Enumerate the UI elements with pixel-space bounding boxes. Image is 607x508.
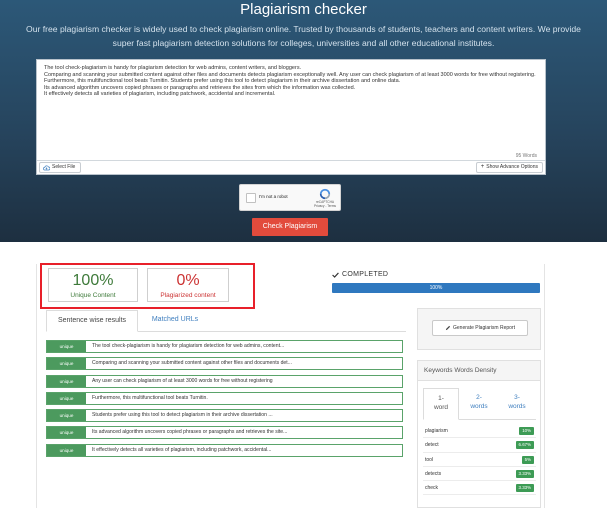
sentence-text: Furthermore, this multifunctional tool b… bbox=[92, 394, 208, 401]
check-plagiarism-button[interactable]: Check Plagiarism bbox=[252, 218, 328, 236]
captcha-checkbox[interactable] bbox=[246, 193, 256, 203]
keyword-percentage: 10% bbox=[519, 427, 534, 435]
tab-1-word[interactable]: 1- word bbox=[423, 388, 459, 420]
keyword-tabs: 1- word 2- words 3- words bbox=[423, 388, 536, 420]
keyword-list: plagiarism 10% detect 6.67% tool 5% dete… bbox=[423, 424, 536, 496]
status-completed: COMPLETED bbox=[332, 271, 388, 278]
sentence-row: unique Students prefer using this tool t… bbox=[46, 409, 403, 423]
keyword-percentage: 6.67% bbox=[515, 441, 534, 450]
tab-sentence-wise-results[interactable]: Sentence wise results bbox=[46, 310, 138, 332]
sentence-text: The tool check-plagiarism is handy for p… bbox=[92, 343, 285, 349]
cloud-upload-icon bbox=[43, 164, 50, 170]
keyword-density-heading: Keywords Words Density bbox=[418, 361, 540, 381]
tab-1-word-top: 1- bbox=[438, 395, 444, 402]
advance-options-label: Show Advance Options bbox=[486, 164, 538, 170]
generate-report-label: Generate Plagiarism Report bbox=[453, 325, 515, 331]
keyword-word: plagiarism bbox=[425, 428, 448, 434]
captcha-label: I'm not a robot bbox=[259, 194, 288, 199]
recaptcha-logo-icon bbox=[319, 188, 331, 200]
unique-badge: unique bbox=[47, 444, 86, 456]
keyword-density-panel: Keywords Words Density 1- word 2- words … bbox=[417, 360, 541, 508]
tab-2-words-bottom: words bbox=[470, 403, 488, 410]
editor-toolbar: Select File + Show Advance Options bbox=[37, 160, 545, 174]
unique-badge: unique bbox=[47, 375, 86, 387]
page-subtitle: Our free plagiarism checker is widely us… bbox=[26, 24, 581, 48]
keyword-percentage: 3.33% bbox=[515, 469, 534, 478]
editor-line: Comparing and scanning your submitted co… bbox=[44, 71, 536, 78]
page-title: Plagiarism checker bbox=[240, 1, 367, 18]
captcha-brand: reCAPTCHA Privacy - Terms bbox=[310, 200, 340, 208]
select-file-button[interactable]: Select File bbox=[39, 162, 82, 173]
recaptcha-widget: I'm not a robot reCAPTCHA Privacy - Term… bbox=[239, 184, 341, 211]
sentence-text: Comparing and scanning your submitted co… bbox=[92, 360, 292, 367]
tab-matched-urls[interactable]: Matched URLs bbox=[144, 310, 206, 332]
sentence-text: Any user can check plagiarism of at leas… bbox=[92, 377, 273, 384]
sentence-text: It effectively detects all varieties of … bbox=[92, 446, 272, 453]
unique-badge: unique bbox=[47, 341, 86, 352]
editor-line: It effectively detects all varieties of … bbox=[44, 91, 276, 98]
editor-line: The tool check-plagiarism is handy for p… bbox=[44, 65, 302, 71]
check-icon bbox=[332, 272, 339, 278]
unique-badge: unique bbox=[47, 392, 86, 404]
status-text: COMPLETED bbox=[342, 271, 389, 278]
editor-textarea[interactable]: The tool check-plagiarism is handy for p… bbox=[44, 65, 542, 157]
scores-highlight-box bbox=[40, 263, 255, 309]
progress-bar: 100% bbox=[332, 283, 540, 293]
tab-3-words-bottom: words bbox=[508, 403, 526, 410]
captcha-links[interactable]: Privacy - Terms bbox=[310, 204, 340, 208]
hero-section: Plagiarism checker Our free plagiarism c… bbox=[0, 0, 607, 242]
tab-1-word-bottom: word bbox=[433, 404, 449, 411]
sentence-text: Its advanced algorithm uncovers copied p… bbox=[92, 429, 288, 436]
keyword-row: detects 3.33% bbox=[423, 467, 536, 482]
keyword-word: detects bbox=[425, 470, 442, 477]
unique-badge: unique bbox=[47, 427, 86, 439]
progress-label: 100% bbox=[429, 285, 443, 291]
tab-2-words-top: 2- bbox=[476, 394, 482, 401]
sentence-row: unique Comparing and scanning your submi… bbox=[46, 357, 403, 371]
sentence-text: Students prefer using this tool to detec… bbox=[92, 412, 273, 419]
page: Plagiarism checker Our free plagiarism c… bbox=[0, 0, 607, 508]
report-panel: Generate Plagiarism Report bbox=[417, 308, 541, 350]
keyword-word: detect bbox=[425, 442, 439, 449]
text-editor[interactable]: The tool check-plagiarism is handy for p… bbox=[36, 59, 546, 175]
editor-line: Furthermore, this multifunctional tool b… bbox=[44, 78, 401, 85]
keyword-word: check bbox=[425, 485, 439, 492]
sentence-row: unique Furthermore, this multifunctional… bbox=[46, 391, 403, 405]
unique-badge: unique bbox=[47, 410, 86, 422]
generate-report-button[interactable]: Generate Plagiarism Report bbox=[432, 320, 528, 336]
tab-3-words[interactable]: 3- words bbox=[499, 388, 535, 420]
sentence-row: unique The tool check-plagiarism is hand… bbox=[46, 340, 403, 353]
unique-badge: unique bbox=[47, 358, 86, 370]
keyword-percentage: 5% bbox=[521, 455, 534, 464]
sentence-results-list: unique The tool check-plagiarism is hand… bbox=[46, 340, 403, 461]
keyword-row: check 3.33% bbox=[423, 481, 536, 496]
keyword-percentage: 3.33% bbox=[515, 484, 534, 493]
pencil-icon bbox=[445, 325, 451, 331]
sentence-row: unique Any user can check plagiarism of … bbox=[46, 374, 403, 388]
keyword-row: plagiarism 10% bbox=[423, 424, 536, 439]
tab-3-words-top: 3- bbox=[514, 394, 520, 401]
keyword-word: tool bbox=[425, 456, 434, 463]
select-file-label: Select File bbox=[52, 164, 76, 170]
plus-icon: + bbox=[480, 164, 485, 170]
advance-options-button[interactable]: + Show Advance Options bbox=[475, 162, 543, 173]
editor-line: Its advanced algorithm uncovers copied p… bbox=[44, 84, 356, 91]
keyword-row: tool 5% bbox=[423, 453, 536, 467]
keyword-row: detect 6.67% bbox=[423, 438, 536, 453]
results-tabs: Sentence wise results Matched URLs bbox=[46, 310, 406, 332]
sentence-row: unique It effectively detects all variet… bbox=[46, 443, 403, 457]
word-count: 95 Words bbox=[515, 153, 537, 159]
sentence-row: unique Its advanced algorithm uncovers c… bbox=[46, 426, 403, 440]
tab-2-words[interactable]: 2- words bbox=[461, 388, 497, 420]
